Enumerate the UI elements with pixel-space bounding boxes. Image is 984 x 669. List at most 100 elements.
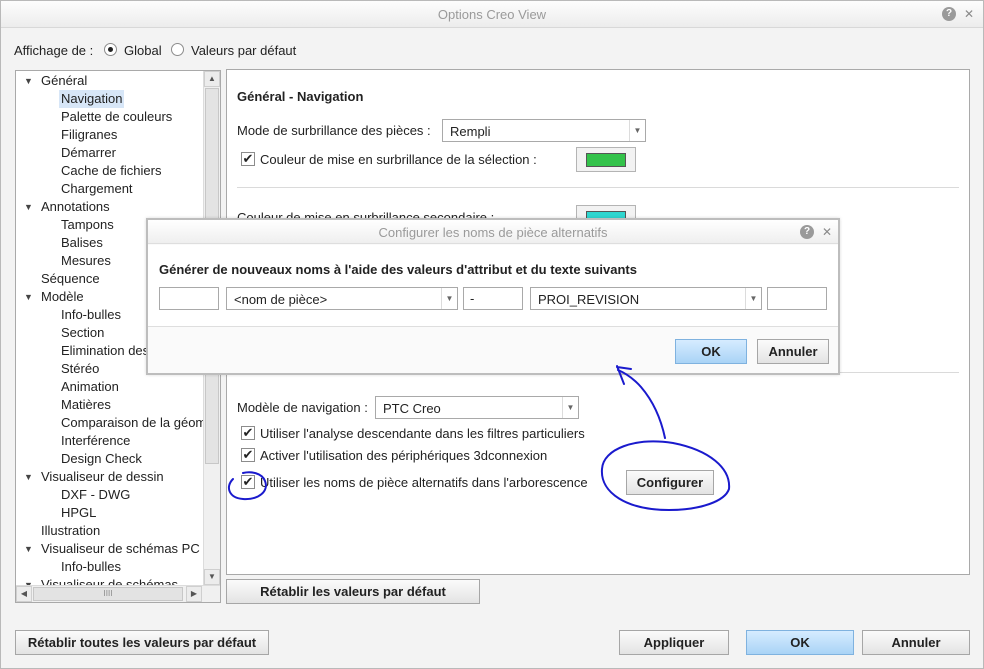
tree-item[interactable]: Démarrer <box>16 144 204 162</box>
tree-item-label: Annotations <box>41 199 110 214</box>
dialog-title-bar: Configurer les noms de pièce alternatifs… <box>148 220 838 244</box>
tree-item[interactable]: Animation <box>16 378 204 396</box>
cancel-button[interactable]: Annuler <box>862 630 970 655</box>
dialog-ok-button[interactable]: OK <box>675 339 747 364</box>
tree-item-label: Illustration <box>41 523 101 538</box>
window-title: Options Creo View <box>437 7 547 22</box>
suffix-field[interactable] <box>767 287 827 310</box>
tree-item[interactable]: Chargement <box>16 180 204 198</box>
global-radio-label[interactable]: Global <box>124 43 162 58</box>
scroll-right-icon[interactable]: ▶ <box>186 586 202 602</box>
tree-item-label: Design Check <box>61 451 142 466</box>
tree-item[interactable]: ▼ Visualiseur de dessin <box>16 468 204 486</box>
tree-item[interactable]: Palette de couleurs <box>16 108 204 126</box>
separator-field[interactable]: - <box>463 287 523 310</box>
restore-all-defaults-button[interactable]: Rétablir toutes les valeurs par défaut <box>15 630 269 655</box>
tree-item-label: Cache de fichiers <box>61 163 162 178</box>
attribute-select-1[interactable]: <nom de pièce> ▼ <box>226 287 458 310</box>
tree-item-label: Visualiseur de dessin <box>41 469 164 484</box>
defaults-radio[interactable] <box>171 43 184 56</box>
selection-highlight-checkbox[interactable]: ✔ <box>241 152 255 166</box>
attribute-select-2-value: PROI_REVISION <box>538 292 640 307</box>
tree-item[interactable]: HPGL <box>16 504 204 522</box>
tree-item[interactable]: ▼ Annotations <box>16 198 204 216</box>
tree-item-label: Animation <box>61 379 119 394</box>
scroll-down-icon[interactable]: ▼ <box>204 569 220 585</box>
tree-item[interactable]: Navigation <box>16 90 204 108</box>
help-icon[interactable]: ? <box>942 7 956 21</box>
expand-triangle-icon[interactable]: ▼ <box>24 468 33 486</box>
nav-model-value: PTC Creo <box>383 401 441 416</box>
global-radio[interactable] <box>104 43 117 56</box>
dialog-cancel-button[interactable]: Annuler <box>757 339 829 364</box>
prefix-field[interactable] <box>159 287 219 310</box>
close-icon[interactable]: ✕ <box>820 225 834 239</box>
expand-triangle-icon[interactable]: ▼ <box>24 540 33 558</box>
configure-button[interactable]: Configurer <box>626 470 714 495</box>
tree-horizontal-scrollbar[interactable]: ◀ IIII ▶ <box>16 585 220 602</box>
attribute-select-1-value: <nom de pièce> <box>234 292 328 307</box>
expand-triangle-icon[interactable]: ▼ <box>24 288 33 306</box>
title-bar: Options Creo View ? ✕ <box>1 1 983 28</box>
tree-item[interactable]: Cache de fichiers <box>16 162 204 180</box>
separator <box>237 187 959 188</box>
tree-item-label: Section <box>61 325 105 340</box>
expand-triangle-icon[interactable]: ▼ <box>24 198 33 216</box>
panel-title: Général - Navigation <box>237 89 364 104</box>
scroll-up-icon[interactable]: ▲ <box>204 71 220 87</box>
tree-item-label: Tampons <box>61 217 114 232</box>
tree-item-label: Chargement <box>61 181 133 196</box>
tree-item[interactable]: Interférence <box>16 432 204 450</box>
tree-item[interactable]: DXF - DWG <box>16 486 204 504</box>
tree-item-label: Séquence <box>41 271 100 286</box>
tree-item[interactable]: Illustration <box>16 522 204 540</box>
nav-model-select[interactable]: PTC Creo ▼ <box>375 396 579 419</box>
ok-button[interactable]: OK <box>746 630 854 655</box>
scroll-left-icon[interactable]: ◀ <box>16 586 32 602</box>
close-icon[interactable]: ✕ <box>962 7 976 21</box>
selection-color-swatch <box>586 153 626 167</box>
tree-item[interactable]: Design Check <box>16 450 204 468</box>
restore-defaults-button[interactable]: Rétablir les valeurs par défaut <box>226 579 480 604</box>
highlight-mode-value: Rempli <box>450 124 491 139</box>
tree-item-label: Visualiseur de schémas PC <box>41 541 200 556</box>
tree-item[interactable]: Info-bulles <box>16 558 204 576</box>
dialog-title: Configurer les noms de pièce alternatifs <box>378 225 608 240</box>
tree-item-label: Interférence <box>61 433 131 448</box>
tree-item[interactable]: ▼ Général <box>16 72 204 90</box>
chevron-down-icon: ▼ <box>441 288 457 309</box>
top-down-checkbox[interactable]: ✔ <box>241 426 255 440</box>
tree-item-label: HPGL <box>61 505 97 520</box>
tree-horizontal-thumb[interactable]: IIII <box>33 587 183 601</box>
tree-item-label: Balises <box>61 235 103 250</box>
tree-item-label: Navigation <box>59 90 125 108</box>
chevron-down-icon: ▼ <box>562 397 578 418</box>
tree-item-label: Stéréo <box>61 361 100 376</box>
display-scope-label: Affichage de : <box>14 43 94 58</box>
dialog-body: Générer de nouveaux noms à l'aide des va… <box>148 245 838 327</box>
tree-item-label: Info-bulles <box>61 307 121 322</box>
tree-item[interactable]: ▼ Visualiseur de schémas PC <box>16 540 204 558</box>
chevron-down-icon: ▼ <box>629 120 645 141</box>
tree-item-label: Modèle <box>41 289 84 304</box>
tree-item-label: Palette de couleurs <box>61 109 173 124</box>
attribute-select-2[interactable]: PROI_REVISION ▼ <box>530 287 762 310</box>
tree-item[interactable]: Filigranes <box>16 126 204 144</box>
tree-item[interactable]: Matières <box>16 396 204 414</box>
expand-triangle-icon[interactable]: ▼ <box>24 72 33 90</box>
alt-names-label: Utiliser les noms de pièce alternatifs d… <box>260 475 588 490</box>
selection-color-button[interactable] <box>576 147 636 172</box>
chevron-down-icon: ▼ <box>745 288 761 309</box>
alt-names-checkbox[interactable]: ✔ <box>241 475 255 489</box>
tree-item-label: DXF - DWG <box>61 487 131 502</box>
defaults-radio-label[interactable]: Valeurs par défaut <box>191 43 296 58</box>
3dconnexion-checkbox[interactable]: ✔ <box>241 448 255 462</box>
apply-button[interactable]: Appliquer <box>619 630 729 655</box>
tree-item[interactable]: Comparaison de la géom <box>16 414 206 432</box>
help-icon[interactable]: ? <box>800 225 814 239</box>
tree-item-label: Général <box>41 73 88 88</box>
tree-item-label: Matières <box>61 397 111 412</box>
dialog-instruction: Générer de nouveaux noms à l'aide des va… <box>159 262 637 277</box>
highlight-mode-select[interactable]: Rempli ▼ <box>442 119 646 142</box>
3dconnexion-label: Activer l'utilisation des périphériques … <box>260 448 548 463</box>
